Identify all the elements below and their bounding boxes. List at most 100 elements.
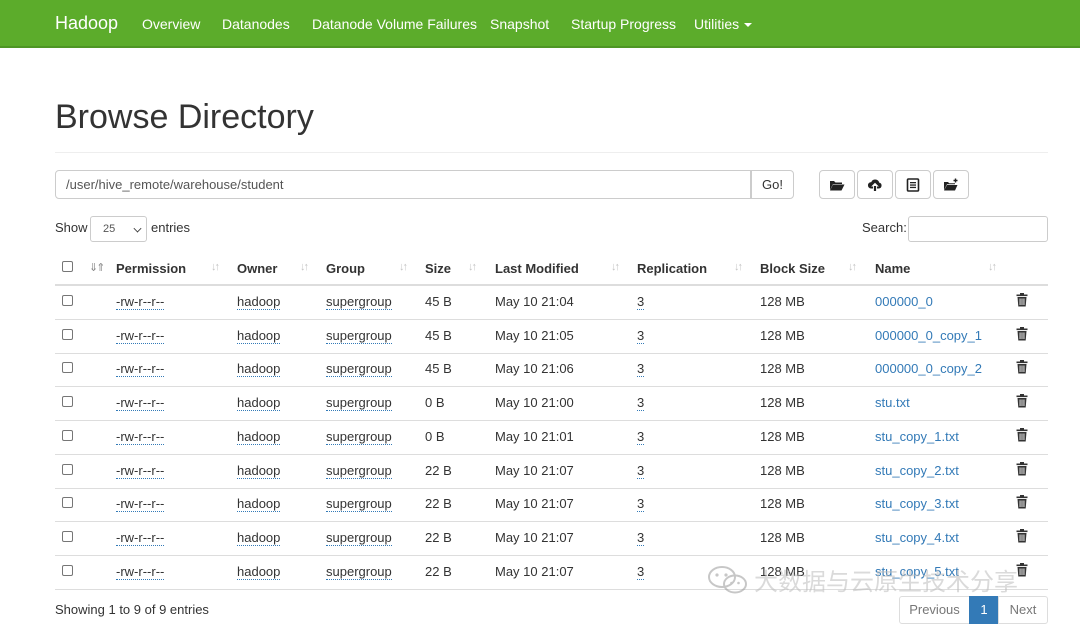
- go-button[interactable]: Go!: [751, 170, 794, 199]
- cell-name-link[interactable]: 000000_0: [875, 294, 933, 309]
- trash-icon[interactable]: [1016, 360, 1028, 374]
- trash-icon[interactable]: [1016, 293, 1028, 307]
- cell-permission[interactable]: -rw-r--r--: [116, 463, 165, 479]
- cell-name-link[interactable]: 000000_0_copy_2: [875, 361, 982, 376]
- cell-replication[interactable]: 3: [637, 429, 645, 445]
- trash-icon[interactable]: [1016, 394, 1028, 408]
- cell-replication[interactable]: 3: [637, 395, 645, 412]
- cell-group[interactable]: supergroup: [326, 496, 392, 513]
- cell-group[interactable]: supergroup: [326, 429, 392, 445]
- cell-group[interactable]: supergroup: [326, 463, 392, 479]
- cell-permission[interactable]: -rw-r--r--: [116, 361, 165, 378]
- cell-owner[interactable]: hadoop: [237, 496, 281, 513]
- sort-asc-icon[interactable]: ⇓⇑: [89, 261, 106, 274]
- cell-name-link[interactable]: stu_copy_1.txt: [875, 429, 959, 444]
- nav-overview[interactable]: Overview: [142, 16, 200, 32]
- cell-owner[interactable]: hadoop: [237, 361, 281, 378]
- col-permission[interactable]: Permission: [116, 261, 186, 276]
- row-checkbox[interactable]: [62, 564, 73, 576]
- list-view-button[interactable]: [895, 170, 931, 199]
- cell-group[interactable]: supergroup: [326, 564, 392, 580]
- cell-group[interactable]: supergroup: [326, 361, 392, 378]
- nav-datanode-volume-failures[interactable]: Datanode Volume Failures: [312, 16, 477, 32]
- cell-replication[interactable]: 3: [637, 496, 645, 513]
- nav-datanodes[interactable]: Datanodes: [222, 16, 290, 32]
- cell-replication[interactable]: 3: [637, 530, 645, 546]
- cell-owner[interactable]: hadoop: [237, 395, 281, 412]
- row-checkbox[interactable]: [62, 530, 73, 542]
- directory-button[interactable]: [819, 170, 855, 199]
- trash-icon[interactable]: [1016, 461, 1028, 476]
- cell-permission[interactable]: -rw-r--r--: [116, 564, 165, 580]
- col-group[interactable]: Group: [326, 261, 365, 276]
- col-owner[interactable]: Owner: [237, 261, 277, 276]
- cell-replication[interactable]: 3: [637, 463, 645, 479]
- pagination-next[interactable]: Next: [998, 596, 1048, 624]
- col-name[interactable]: Name: [875, 261, 910, 276]
- directory-path-input[interactable]: [55, 170, 751, 199]
- row-checkbox[interactable]: [62, 429, 73, 441]
- cloud-upload-icon: [867, 179, 882, 191]
- create-directory-button[interactable]: [933, 170, 969, 199]
- cell-owner[interactable]: hadoop: [237, 328, 281, 344]
- cell-name-link[interactable]: stu_copy_2.txt: [875, 463, 959, 478]
- cell-replication[interactable]: 3: [637, 328, 645, 344]
- cell-replication[interactable]: 3: [637, 294, 645, 310]
- cell-permission[interactable]: -rw-r--r--: [116, 328, 165, 344]
- cell-permission[interactable]: -rw-r--r--: [116, 294, 165, 310]
- cell-group[interactable]: supergroup: [326, 530, 392, 546]
- cell-name-link[interactable]: stu.txt: [875, 395, 910, 410]
- brand-logo[interactable]: Hadoop: [55, 13, 118, 34]
- cell-owner[interactable]: hadoop: [237, 530, 281, 546]
- cell-name-link[interactable]: stu_copy_3.txt: [875, 496, 959, 511]
- select-all-checkbox[interactable]: [62, 261, 73, 272]
- trash-icon[interactable]: [1016, 326, 1028, 341]
- col-last-modified[interactable]: Last Modified: [495, 261, 579, 276]
- trash-icon[interactable]: [1016, 528, 1028, 543]
- cell-size: 22 B: [425, 496, 452, 512]
- cell-group[interactable]: supergroup: [326, 395, 392, 412]
- entries-per-page-value: 25: [103, 223, 116, 235]
- cell-permission[interactable]: -rw-r--r--: [116, 530, 165, 546]
- cell-group[interactable]: supergroup: [326, 328, 392, 344]
- sort-icon[interactable]: ↓↑: [399, 261, 408, 273]
- col-block-size[interactable]: Block Size: [760, 261, 825, 276]
- trash-icon[interactable]: [1016, 495, 1028, 509]
- trash-icon[interactable]: [1016, 427, 1028, 442]
- cell-owner[interactable]: hadoop: [237, 294, 281, 310]
- cell-permission[interactable]: -rw-r--r--: [116, 395, 165, 412]
- row-checkbox[interactable]: [62, 396, 73, 408]
- sort-icon[interactable]: ↓↑: [988, 261, 997, 273]
- col-replication[interactable]: Replication: [637, 261, 707, 276]
- nav-snapshot[interactable]: Snapshot: [490, 16, 549, 32]
- cell-owner[interactable]: hadoop: [237, 463, 281, 479]
- sort-icon[interactable]: ↓↑: [468, 261, 477, 273]
- sort-icon[interactable]: ↓↑: [211, 261, 220, 273]
- row-checkbox[interactable]: [62, 497, 73, 509]
- col-size[interactable]: Size: [425, 261, 451, 276]
- search-input[interactable]: [908, 216, 1048, 242]
- upload-button[interactable]: [857, 170, 893, 199]
- cell-owner[interactable]: hadoop: [237, 429, 281, 445]
- sort-icon[interactable]: ↓↑: [300, 261, 309, 273]
- cell-name-link[interactable]: stu_copy_4.txt: [875, 530, 959, 545]
- sort-icon[interactable]: ↓↑: [848, 261, 857, 273]
- cell-group[interactable]: supergroup: [326, 294, 392, 310]
- cell-replication[interactable]: 3: [637, 361, 645, 378]
- pagination-previous[interactable]: Previous: [899, 596, 970, 624]
- cell-replication[interactable]: 3: [637, 564, 645, 580]
- row-checkbox[interactable]: [62, 328, 73, 340]
- nav-utilities[interactable]: Utilities: [694, 16, 753, 32]
- cell-name-link[interactable]: 000000_0_copy_1: [875, 328, 982, 343]
- nav-startup-progress[interactable]: Startup Progress: [571, 16, 676, 32]
- cell-permission[interactable]: -rw-r--r--: [116, 429, 165, 445]
- pagination-page-1[interactable]: 1: [969, 596, 999, 624]
- sort-icon[interactable]: ↓↑: [611, 261, 620, 273]
- cell-owner[interactable]: hadoop: [237, 564, 281, 580]
- row-checkbox[interactable]: [62, 295, 73, 306]
- row-checkbox[interactable]: [62, 362, 73, 374]
- row-checkbox[interactable]: [62, 463, 73, 475]
- cell-permission[interactable]: -rw-r--r--: [116, 496, 165, 513]
- sort-icon[interactable]: ↓↑: [734, 261, 743, 273]
- entries-per-page-select[interactable]: 25: [90, 216, 147, 242]
